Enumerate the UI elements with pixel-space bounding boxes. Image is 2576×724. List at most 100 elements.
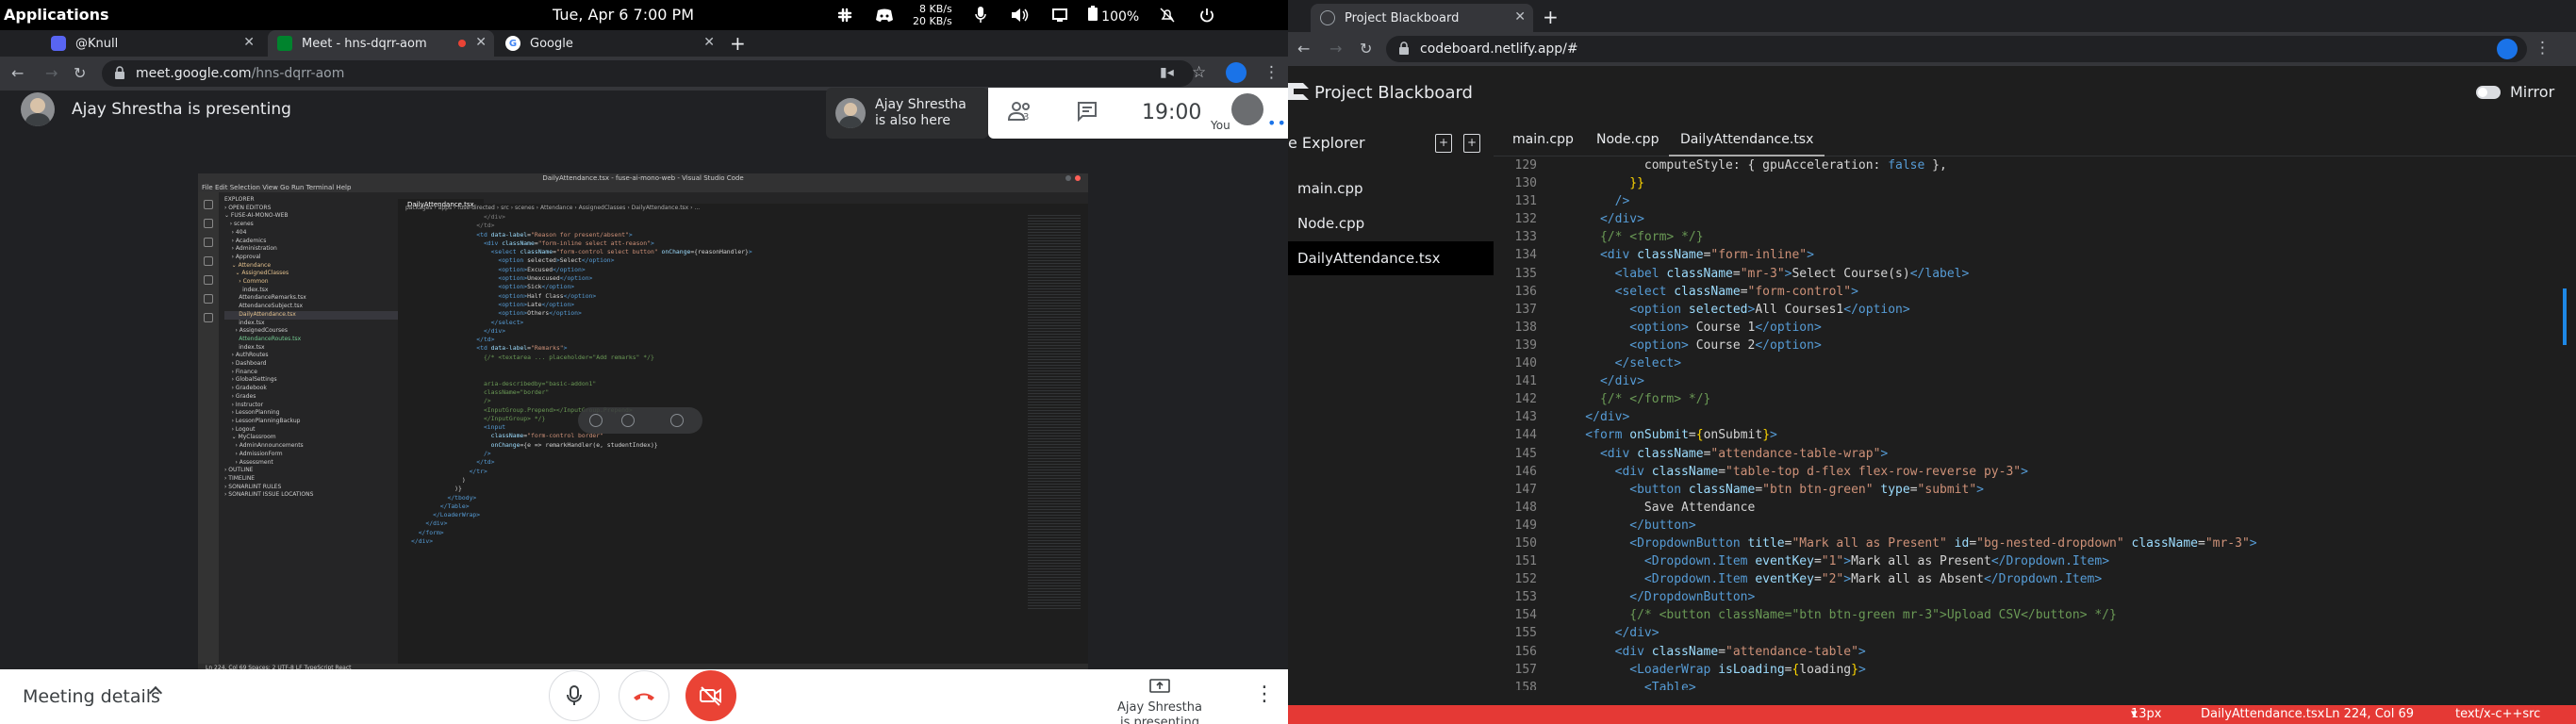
file-item[interactable]: Node.cpp <box>1288 206 1494 240</box>
tab-knull[interactable]: @Knull ✕ <box>41 30 262 57</box>
more-vert-icon[interactable]: ⋮ <box>1254 683 1275 706</box>
profile-avatar[interactable] <box>1226 62 1247 83</box>
line-number: 129 <box>1514 158 1537 173</box>
line-number: 148 <box>1514 500 1537 515</box>
codeboard-app: Project Blackboard Mirror e Explorer + +… <box>1288 66 2576 724</box>
line-number: 143 <box>1514 410 1537 425</box>
close-icon[interactable]: ✕ <box>1514 9 1526 25</box>
line-number: 144 <box>1514 428 1537 443</box>
tab-google[interactable]: G Google ✕ <box>496 30 722 57</box>
new-tab-plus-icon[interactable]: + <box>730 32 746 55</box>
editor-scrollbar[interactable] <box>2561 156 2576 690</box>
system-top-bar: Applications Tue, Apr 6 7:00 PM 8 KB/s 2… <box>0 0 1288 30</box>
self-label: You <box>1211 119 1230 132</box>
file-item[interactable]: main.cpp <box>1288 172 1494 206</box>
camera-off-icon <box>700 686 721 706</box>
vscode-code-view: </div> </td> <td data-label="Reason for … <box>411 213 752 545</box>
leave-call-button[interactable] <box>619 670 669 721</box>
chat-icon[interactable] <box>1077 101 1098 127</box>
volume-icon[interactable] <box>1009 4 1032 26</box>
mirror-toggle[interactable]: Mirror <box>2476 83 2554 101</box>
lock-icon <box>1399 41 1409 55</box>
vscode-menu: File Edit Selection View Go Run Terminal… <box>198 183 1088 192</box>
presenter-header: Ajay Shrestha is presenting <box>21 90 291 128</box>
slack-icon[interactable] <box>834 4 856 26</box>
profile-avatar[interactable] <box>2497 39 2518 59</box>
power-icon[interactable] <box>1196 4 1218 26</box>
presenting-status[interactable]: Ajay Shrestha is presenting <box>1113 679 1207 724</box>
line-number: 158 <box>1514 680 1537 690</box>
address-bar[interactable]: codeboard.netlify.app/# ☆ <box>1386 36 2527 62</box>
mic-off-icon[interactable] <box>589 414 603 427</box>
more-icon[interactable] <box>670 414 684 427</box>
back-arrow-icon[interactable]: ← <box>1297 40 1310 58</box>
tab-project-blackboard[interactable]: Project Blackboard ✕ <box>1311 4 1533 32</box>
battery-indicator[interactable]: 100% <box>1087 6 1139 25</box>
new-file-alt-icon[interactable]: + <box>1463 134 1480 153</box>
close-icon[interactable]: ✕ <box>243 35 255 50</box>
globe-favicon-icon <box>1320 10 1335 25</box>
people-icon[interactable]: 3 <box>1007 101 1033 127</box>
tab-label: @Knull <box>75 36 119 51</box>
window-close-icon <box>1075 175 1081 181</box>
camera-toggle-button[interactable] <box>685 670 736 721</box>
more-vert-icon[interactable]: ⋮ <box>1263 63 1280 82</box>
line-number: 131 <box>1514 194 1537 209</box>
tab-dailyattendance[interactable]: DailyAttendance.tsx <box>1669 123 1825 156</box>
present-screen-icon <box>1149 679 1170 693</box>
line-number: 140 <box>1514 356 1537 371</box>
tab-node-cpp[interactable]: Node.cpp <box>1585 123 1670 156</box>
microphone-button[interactable] <box>549 670 600 721</box>
line-number: 130 <box>1514 176 1537 191</box>
new-tab-plus-icon[interactable]: + <box>1543 6 1559 28</box>
discord-icon[interactable] <box>873 4 896 26</box>
navigation-bar: ← → ↻ meet.google.com/hns-dqrr-aom ▮◂ ☆ … <box>0 57 1288 90</box>
font-size-selector[interactable]: 13px ▾ <box>2131 705 2162 724</box>
notifications-off-icon[interactable] <box>1156 4 1179 26</box>
system-clock[interactable]: Tue, Apr 6 7:00 PM <box>553 6 694 24</box>
applications-menu[interactable]: Applications <box>4 6 109 24</box>
editor-tabs: main.cpp Node.cpp DailyAttendance.tsx <box>1494 123 2576 156</box>
navigation-bar: ← → ↻ codeboard.netlify.app/# ☆ ⋮ <box>1288 32 2576 66</box>
line-numbers: 129 130 131 132 133 134 135 136 137 138 139 140 141 1… <box>1494 156 1550 690</box>
vscode-editor-tabs: DailyAttendance.tsx <box>398 192 1088 210</box>
file-item-selected[interactable]: DailyAttendance.tsx <box>1288 241 1494 275</box>
floating-meet-controls <box>578 407 702 434</box>
self-video-avatar[interactable] <box>1231 93 1263 125</box>
toggle-switch[interactable] <box>2476 85 2501 99</box>
hang-up-icon <box>634 693 654 700</box>
close-icon[interactable]: ✕ <box>475 35 487 50</box>
forward-arrow-icon[interactable]: → <box>1329 40 1342 58</box>
new-file-icon[interactable]: + <box>1435 134 1452 153</box>
tab-label: Meet - hns-dqrr-aom <box>302 36 427 51</box>
bookmark-star-icon[interactable]: ☆ <box>1192 63 1206 82</box>
tab-meet[interactable]: Meet - hns-dqrr-aom ✕ <box>268 30 494 57</box>
meet-bottom-bar: Meeting details Ajay Shrestha is present… <box>0 669 1288 724</box>
code-editor[interactable]: computeStyle: { gpuAcceleration: false }… <box>1556 156 2555 690</box>
line-number: 145 <box>1514 446 1537 461</box>
microphone-icon <box>567 685 582 705</box>
discord-favicon-icon <box>51 36 66 51</box>
camera-blocked-icon[interactable]: ▮◂ <box>1160 65 1174 80</box>
language-mode[interactable]: text/x-c++src <box>2455 705 2540 724</box>
reload-icon[interactable]: ↻ <box>74 64 86 82</box>
participant-tile[interactable]: Ajay Shrestha is also here <box>826 88 988 139</box>
tab-main-cpp[interactable]: main.cpp <box>1501 123 1585 156</box>
svg-text:3: 3 <box>1023 112 1029 122</box>
line-number: 132 <box>1514 212 1537 227</box>
line-number: 149 <box>1514 518 1537 533</box>
camera-off-icon[interactable] <box>621 414 635 427</box>
mirror-label: Mirror <box>2510 83 2555 101</box>
close-icon[interactable]: ✕ <box>703 35 715 50</box>
network-speed: 8 KB/s 20 KB/s <box>913 3 952 27</box>
line-number: 152 <box>1514 572 1537 587</box>
address-bar[interactable]: meet.google.com/hns-dqrr-aom ▮◂ <box>102 60 1194 87</box>
reload-icon[interactable]: ↻ <box>1360 40 1372 58</box>
forward-arrow-icon[interactable]: → <box>45 64 58 82</box>
display-icon[interactable] <box>1049 4 1071 26</box>
meeting-details-button[interactable]: Meeting details <box>23 686 160 707</box>
more-vert-icon[interactable]: ⋮ <box>2535 39 2551 58</box>
back-arrow-icon[interactable]: ← <box>11 64 24 82</box>
lock-icon <box>115 66 124 79</box>
microphone-icon[interactable] <box>969 4 992 26</box>
